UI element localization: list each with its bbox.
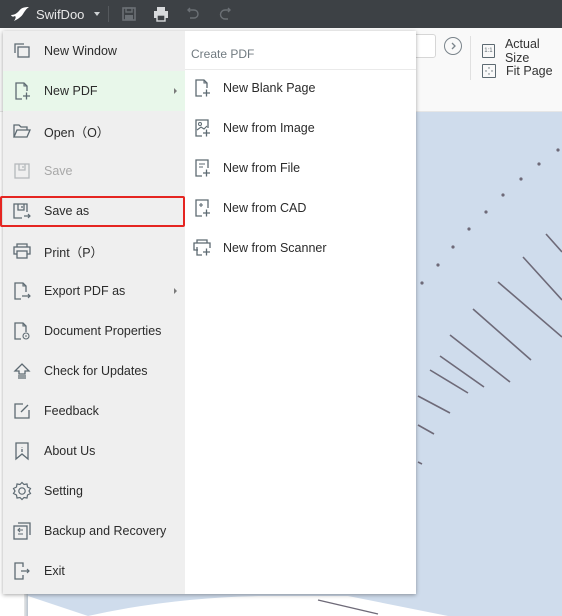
menu-item-print[interactable]: Print（P） (3, 231, 185, 271)
submenu-item-label: New Blank Page (223, 81, 316, 95)
menu-item-save[interactable]: Save (3, 151, 185, 191)
menu-item-label: Open（O） (44, 125, 110, 140)
save-icon (122, 7, 137, 21)
submenu-arrow-icon (174, 88, 177, 94)
open-folder-icon (11, 120, 33, 142)
submenu-item-new-blank-page[interactable]: New Blank Page (185, 68, 416, 108)
menu-item-label: Setting (44, 484, 83, 498)
menu-item-label: Document Properties (44, 324, 162, 338)
file-menu: New Window New PDF Open（O） Save Save as … (0, 31, 416, 594)
menu-item-label: Backup and Recovery (44, 524, 167, 538)
new-pdf-icon (11, 80, 33, 102)
fit-page-icon (482, 64, 496, 78)
new-window-icon (11, 40, 33, 62)
menu-item-export-pdf[interactable]: Export PDF as (3, 271, 185, 311)
menu-item-feedback[interactable]: Feedback (3, 391, 185, 431)
submenu-item-label: New from Scanner (223, 241, 327, 255)
swifdoo-logo-icon (11, 7, 29, 21)
submenu-title: Create PDF (191, 47, 255, 61)
radial-lines (417, 233, 562, 465)
redo-icon (220, 7, 232, 20)
new-from-image-icon (191, 117, 213, 139)
new-from-scanner-icon (191, 237, 213, 259)
dropdown-caret-icon (94, 12, 101, 16)
file-menu-list: New Window New PDF Open（O） Save Save as … (3, 31, 185, 594)
exit-icon (11, 560, 33, 582)
menu-item-label: Save as (44, 204, 90, 218)
submenu-item-new-from-cad[interactable]: New from CAD (185, 188, 416, 228)
submenu-item-label: New from CAD (223, 201, 307, 215)
menu-item-new-pdf[interactable]: New PDF (3, 71, 185, 111)
menu-item-label: New Window (44, 44, 117, 58)
document-properties-icon (11, 320, 33, 342)
new-from-file-icon (191, 157, 213, 179)
submenu-arrow-icon (174, 288, 177, 294)
backup-icon (11, 520, 33, 542)
menu-item-label: New PDF (44, 84, 98, 98)
toolbar-divider (108, 6, 110, 22)
go-to-page-button[interactable] (444, 37, 462, 55)
submenu-item-new-from-scanner[interactable]: New from Scanner (185, 228, 416, 268)
toolbar-divider (470, 36, 471, 80)
fit-page-label: Fit Page (506, 64, 553, 78)
about-icon (11, 440, 33, 462)
undo-icon (187, 7, 200, 19)
menu-item-label: Check for Updates (44, 364, 148, 378)
menu-item-save-as[interactable]: Save as (3, 191, 185, 231)
menu-item-label: Print（P） (44, 245, 104, 260)
export-icon (11, 280, 33, 302)
menu-item-setting[interactable]: Setting (3, 471, 185, 511)
menu-item-document-properties[interactable]: Document Properties (3, 311, 185, 351)
menu-item-open[interactable]: Open（O） (3, 111, 185, 151)
menu-item-about-us[interactable]: About Us (3, 431, 185, 471)
quick-save-button[interactable] (119, 4, 139, 24)
save-as-icon (11, 200, 33, 222)
new-blank-page-icon (191, 77, 213, 99)
update-icon (11, 360, 33, 382)
new-from-cad-icon (191, 197, 213, 219)
menu-item-backup-recovery[interactable]: Backup and Recovery (3, 511, 185, 551)
submenu-item-label: New from File (223, 161, 301, 175)
quick-print-button[interactable] (151, 4, 171, 24)
actual-size-icon: 1:1 (482, 44, 495, 58)
actual-size-button[interactable]: 1:1 Actual Size (482, 37, 562, 65)
title-bar: SwifDoo (0, 0, 562, 28)
print-icon (11, 240, 33, 262)
feedback-icon (11, 400, 33, 422)
save-icon (11, 160, 33, 182)
fit-page-button[interactable]: Fit Page (482, 64, 553, 78)
circle-chevron-right-icon (451, 42, 456, 50)
app-name: SwifDoo (36, 6, 85, 22)
redo-button[interactable] (215, 4, 235, 24)
menu-item-exit[interactable]: Exit (3, 551, 185, 591)
submenu-item-new-from-image[interactable]: New from Image (185, 108, 416, 148)
app-menu-button[interactable]: SwifDoo (10, 6, 101, 22)
menu-item-new-window[interactable]: New Window (3, 31, 185, 71)
menu-item-label: Exit (44, 564, 65, 578)
menu-item-label: Save (44, 164, 73, 178)
dotted-arc (420, 148, 560, 285)
menu-item-label: About Us (44, 444, 96, 458)
print-icon (154, 7, 169, 22)
actual-size-label: Actual Size (504, 37, 540, 65)
menu-item-check-updates[interactable]: Check for Updates (3, 351, 185, 391)
gear-icon (11, 480, 33, 502)
undo-button[interactable] (183, 4, 203, 24)
menu-item-label: Feedback (44, 404, 99, 418)
menu-item-label: Export PDF as (44, 284, 126, 298)
submenu-item-new-from-file[interactable]: New from File (185, 148, 416, 188)
submenu-item-label: New from Image (223, 121, 315, 135)
